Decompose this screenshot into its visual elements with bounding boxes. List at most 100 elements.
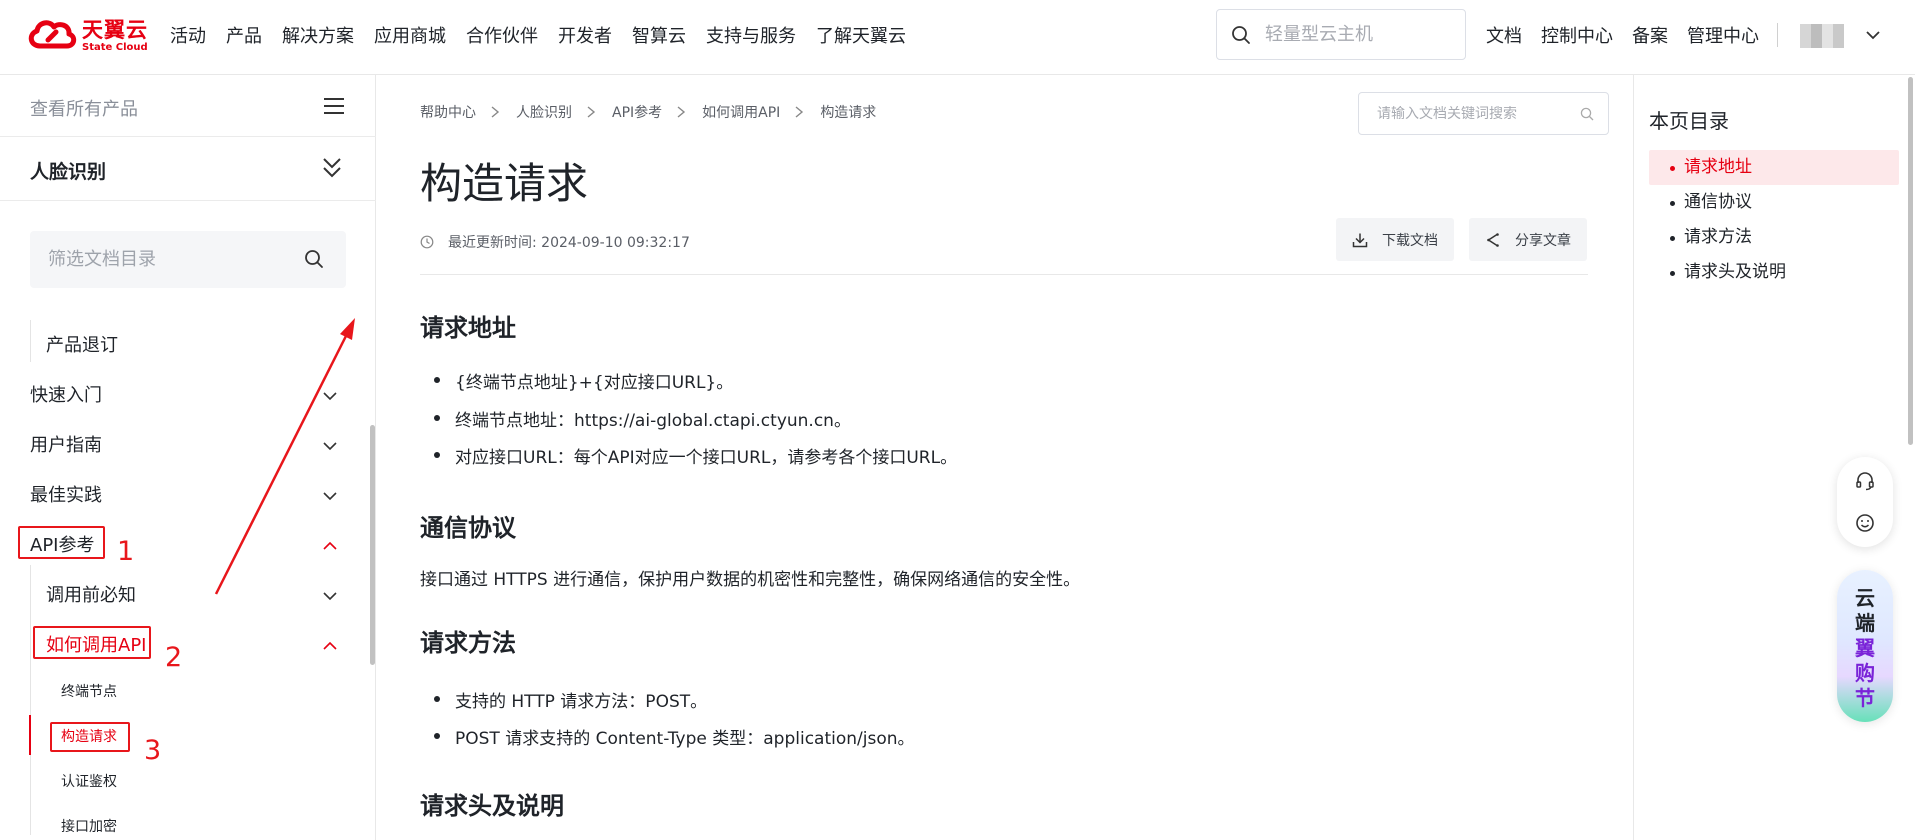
tree-item-auth[interactable]: 认证鉴权 <box>61 771 117 791</box>
toc-title: 本页目录 <box>1649 109 1729 133</box>
page-scrollbar[interactable] <box>1908 77 1913 445</box>
toc-item-protocol[interactable]: 通信协议 <box>1649 185 1899 220</box>
filter-box[interactable] <box>30 231 346 288</box>
paragraph: 接口通过 HTTPS 进行通信，保护用户数据的机密性和完整性，确保网络通信的安全… <box>420 570 1081 590</box>
double-chevron-down-icon[interactable] <box>320 155 344 181</box>
chevron-right-icon <box>795 106 804 118</box>
top-links: 文档 控制中心 备案 管理中心 <box>1486 0 1778 70</box>
promo-text: 云端 翼购节 <box>1853 586 1877 711</box>
product-title-row[interactable]: 人脸识别 <box>0 137 376 201</box>
top-link-docs[interactable]: 文档 <box>1486 22 1522 48</box>
top-navigation-bar: 天翼云 State Cloud 活动 产品 解决方案 应用商城 合作伙伴 开发者… <box>0 0 1915 75</box>
section-heading-request-address: 请求地址 <box>420 314 516 342</box>
tree-item-product-unsubscribe[interactable]: 产品退订 <box>46 331 118 357</box>
breadcrumb-how-to-call[interactable]: 如何调用API <box>702 102 780 122</box>
list-item: {终端节点地址}+{对应接口URL}。 <box>434 368 733 393</box>
top-link-filing[interactable]: 备案 <box>1632 22 1668 48</box>
list-item: 终端节点地址：https://ai-global.ctapi.ctyun.cn。 <box>434 406 851 431</box>
annotation-box-1 <box>18 526 105 559</box>
breadcrumb-help-center[interactable]: 帮助中心 <box>420 102 476 122</box>
chevron-up-icon[interactable] <box>322 538 338 554</box>
smiley-feedback-icon[interactable] <box>1855 513 1875 533</box>
share-article-button[interactable]: 分享文章 <box>1469 218 1587 261</box>
tree-item-before-call[interactable]: 调用前必知 <box>46 581 136 607</box>
last-updated-text: 最近更新时间: 2024-09-10 09:32:17 <box>448 235 690 251</box>
nav-item-support[interactable]: 支持与服务 <box>706 22 796 48</box>
breadcrumb-api-reference[interactable]: API参考 <box>612 102 662 122</box>
annotation-box-3 <box>50 722 130 752</box>
menu-icon[interactable] <box>322 95 346 117</box>
annotation-number-3: 3 <box>144 735 162 766</box>
active-indicator <box>29 715 31 755</box>
toc-item-request-address[interactable]: 请求地址 <box>1649 150 1899 185</box>
toc-item-method[interactable]: 请求方法 <box>1649 220 1899 255</box>
nav-item-app-market[interactable]: 应用商城 <box>374 22 446 48</box>
chevron-right-icon <box>587 106 596 118</box>
share-icon <box>1487 232 1499 247</box>
section-heading-method: 请求方法 <box>420 629 516 657</box>
search-icon <box>1232 25 1250 44</box>
chevron-up-icon[interactable] <box>322 638 338 654</box>
annotation-box-2 <box>33 626 151 659</box>
main-nav: 活动 产品 解决方案 应用商城 合作伙伴 开发者 智算云 支持与服务 了解天翼云 <box>170 0 926 70</box>
top-link-console[interactable]: 控制中心 <box>1541 22 1613 48</box>
filter-input[interactable] <box>48 249 288 270</box>
breadcrumb: 帮助中心 人脸识别 API参考 如何调用API 构造请求 <box>420 102 876 122</box>
list-item: 支持的 HTTP 请求方法：POST。 <box>434 687 707 712</box>
chevron-down-icon[interactable] <box>1864 26 1882 44</box>
brand-logo[interactable]: 天翼云 State Cloud <box>26 16 148 56</box>
search-icon[interactable] <box>304 249 324 269</box>
top-link-management[interactable]: 管理中心 <box>1687 22 1759 48</box>
doc-search-box[interactable] <box>1358 92 1609 135</box>
chevron-right-icon <box>677 106 686 118</box>
nav-item-developers[interactable]: 开发者 <box>558 22 612 48</box>
breadcrumb-face-recognition[interactable]: 人脸识别 <box>516 102 572 122</box>
chevron-down-icon[interactable] <box>322 488 338 504</box>
download-doc-button[interactable]: 下载文档 <box>1336 218 1454 261</box>
tree-item-encryption[interactable]: 接口加密 <box>61 816 117 836</box>
chevron-right-icon <box>491 106 500 118</box>
promo-line-1: 云端 <box>1855 586 1875 635</box>
chevron-down-icon[interactable] <box>322 388 338 404</box>
tree-item-best-practice[interactable]: 最佳实践 <box>30 481 102 507</box>
section-heading-headers: 请求头及说明 <box>420 792 564 820</box>
download-icon <box>1352 233 1368 247</box>
avatar[interactable] <box>1800 24 1844 48</box>
brand-name-cn: 天翼云 <box>82 17 148 42</box>
headset-icon[interactable] <box>1855 471 1875 491</box>
all-products-row[interactable]: 查看所有产品 <box>0 75 376 137</box>
chevron-down-icon[interactable] <box>322 438 338 454</box>
tree-item-endpoint[interactable]: 终端节点 <box>61 681 117 701</box>
share-article-label: 分享文章 <box>1515 232 1571 249</box>
sidebar-scrollbar[interactable] <box>370 425 375 665</box>
product-title: 人脸识别 <box>30 161 107 183</box>
divider <box>420 274 1588 275</box>
nav-item-activity[interactable]: 活动 <box>170 22 206 48</box>
breadcrumb-current: 构造请求 <box>820 105 877 121</box>
floating-service-panel <box>1837 457 1893 547</box>
clock-icon <box>420 235 434 249</box>
doc-search-input[interactable] <box>1377 105 1567 122</box>
list-item: POST 请求支持的 Content-Type 类型：application/j… <box>434 724 915 749</box>
nav-item-ai-cloud[interactable]: 智算云 <box>632 22 686 48</box>
last-updated: 最近更新时间: 2024-09-10 09:32:17 <box>420 232 690 252</box>
list-item: 对应接口URL：每个API对应一个接口URL，请参考各个接口URL。 <box>434 443 957 468</box>
nav-item-about[interactable]: 了解天翼云 <box>816 22 906 48</box>
promo-line-2: 翼购节 <box>1855 636 1875 710</box>
section-heading-protocol: 通信协议 <box>420 514 516 542</box>
nav-item-partners[interactable]: 合作伙伴 <box>466 22 538 48</box>
nav-item-products[interactable]: 产品 <box>226 22 262 48</box>
doc-sidebar: 查看所有产品 人脸识别 产品退订 快速入门 用户指南 最佳实践 API参考 <box>0 75 376 840</box>
page-title: 构造请求 <box>420 159 589 208</box>
search-icon[interactable] <box>1580 107 1594 121</box>
top-search-input[interactable] <box>1265 24 1445 45</box>
tree-item-quick-start[interactable]: 快速入门 <box>30 381 102 407</box>
toc-item-headers[interactable]: 请求头及说明 <box>1649 255 1899 290</box>
top-search-box[interactable] <box>1216 9 1466 60</box>
tree-item-user-guide[interactable]: 用户指南 <box>30 431 102 457</box>
download-doc-label: 下载文档 <box>1382 232 1438 249</box>
nav-item-solutions[interactable]: 解决方案 <box>282 22 354 48</box>
chevron-down-icon[interactable] <box>322 588 338 604</box>
promo-banner[interactable]: 云端 翼购节 <box>1837 570 1893 722</box>
tree-guide-line <box>30 320 31 362</box>
